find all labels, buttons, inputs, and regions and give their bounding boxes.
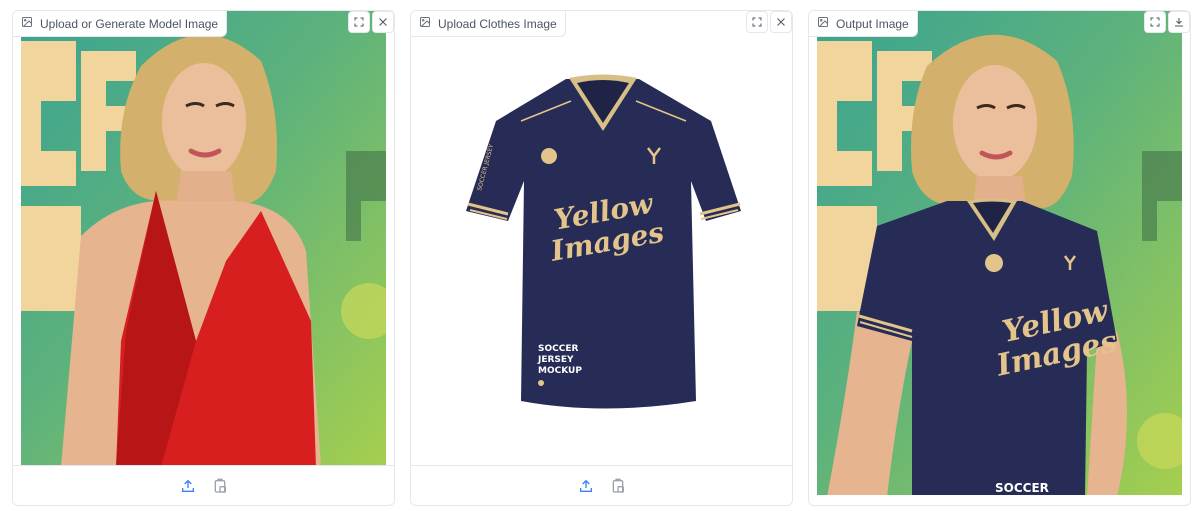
fullscreen-icon[interactable] — [746, 11, 768, 33]
clipboard-icon[interactable] — [607, 475, 629, 497]
image-icon — [817, 16, 829, 31]
image-icon — [21, 16, 33, 31]
close-icon[interactable] — [372, 11, 394, 33]
upload-icon[interactable] — [575, 475, 597, 497]
upload-icon[interactable] — [177, 475, 199, 497]
panel-label: Upload or Generate Model Image — [13, 11, 228, 37]
output-image: Yellow Images SOCCER — [817, 11, 1182, 495]
panel-label-text: Upload or Generate Model Image — [40, 16, 219, 31]
fullscreen-icon[interactable] — [1144, 11, 1166, 33]
close-icon[interactable] — [770, 11, 792, 33]
panel-label-text: Output Image — [836, 16, 909, 31]
clothes-image-panel[interactable]: Yellow Images SOCCER JERSEY MOCKUP SOCCE… — [410, 10, 793, 506]
mockup-line2: JERSEY — [537, 355, 574, 365]
mockup-line1: SOCCER — [538, 344, 578, 354]
mockup-line3: MOCKUP — [538, 366, 582, 376]
panel-toolbar — [346, 11, 394, 33]
output-bottom-text: SOCCER — [995, 481, 1049, 495]
panel-footer — [13, 465, 394, 505]
panel-label-text: Upload Clothes Image — [438, 16, 557, 31]
fullscreen-icon[interactable] — [348, 11, 370, 33]
image-icon — [419, 16, 431, 31]
download-icon[interactable] — [1168, 11, 1190, 33]
panel-footer — [411, 465, 792, 505]
clothes-image[interactable]: Yellow Images SOCCER JERSEY MOCKUP SOCCE… — [411, 11, 792, 465]
output-image-panel: Yellow Images SOCCER Output Image — [808, 10, 1191, 506]
panel-label: Output Image — [809, 11, 918, 37]
panel-toolbar — [744, 11, 792, 33]
panel-label: Upload Clothes Image — [411, 11, 566, 37]
clipboard-icon[interactable] — [209, 475, 231, 497]
model-image[interactable] — [21, 11, 386, 465]
panel-toolbar — [1142, 11, 1190, 33]
model-image-panel[interactable]: Upload or Generate Model Image — [12, 10, 395, 506]
